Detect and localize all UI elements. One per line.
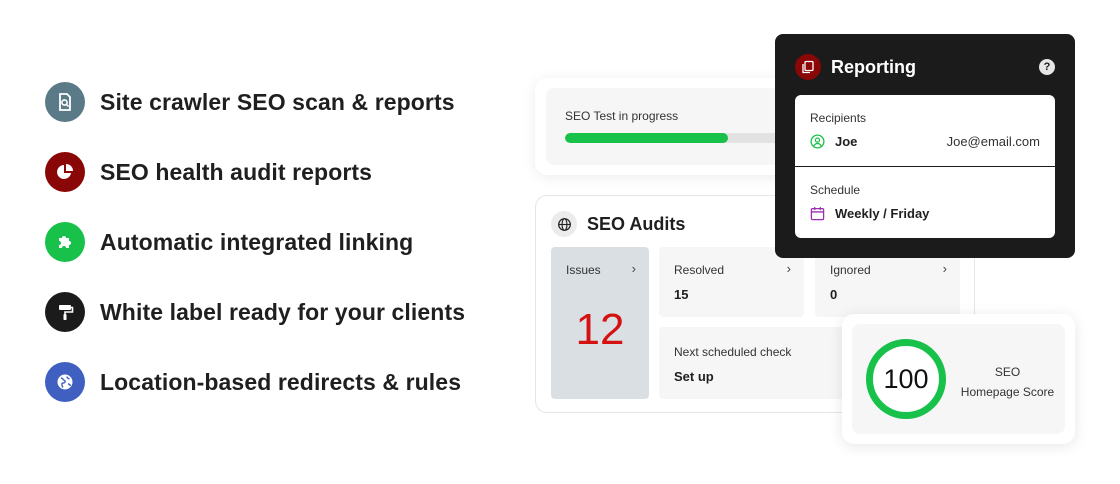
chevron-right-icon: › <box>631 261 636 276</box>
audits-title: SEO Audits <box>587 213 686 234</box>
set-up-link[interactable]: Set up <box>674 369 714 384</box>
seo-test-card: SEO Test in progress <box>535 78 805 175</box>
feature-item: SEO health audit reports <box>45 152 465 192</box>
pie-chart-icon <box>45 152 85 192</box>
ignored-label: Ignored <box>830 263 871 277</box>
feature-label: Automatic integrated linking <box>100 228 414 255</box>
recipient-row[interactable]: Joe Joe@email.com <box>810 134 1040 149</box>
recipient-name: Joe <box>835 134 858 149</box>
feature-label: White label ready for your clients <box>100 298 466 325</box>
issues-tile[interactable]: Issues › 12 <box>551 247 649 399</box>
reporting-panel: Reporting ? Recipients Joe Joe@email.com… <box>775 34 1075 258</box>
schedule-row[interactable]: Weekly / Friday <box>810 206 1040 221</box>
schedule-value: Weekly / Friday <box>835 206 930 221</box>
copy-icon <box>795 54 821 80</box>
score-value: 100 <box>883 363 929 394</box>
seo-test-panel: SEO Test in progress <box>546 88 805 165</box>
divider <box>795 166 1055 167</box>
reporting-body: Recipients Joe Joe@email.com Schedule We… <box>795 95 1055 238</box>
schedule-label: Schedule <box>810 183 861 197</box>
chevron-right-icon: › <box>942 261 947 276</box>
progress-bar <box>565 133 805 143</box>
globe-icon <box>45 362 85 402</box>
document-search-icon <box>45 82 85 122</box>
score-caption-line1: SEO <box>994 365 1021 379</box>
recipients-label: Recipients <box>810 111 867 125</box>
score-caption: SEO Homepage Score <box>956 362 1059 402</box>
recipient-email: Joe@email.com <box>946 134 1040 149</box>
feature-item: Automatic integrated linking <box>45 222 465 262</box>
user-circle-icon <box>810 134 825 149</box>
audits-header: SEO Audits <box>551 211 685 237</box>
feature-item: Location-based redirects & rules <box>45 362 465 402</box>
paint-roller-icon <box>45 292 85 332</box>
reporting-title: Reporting <box>831 57 916 77</box>
progress-fill <box>565 133 729 143</box>
calendar-icon <box>810 207 825 221</box>
feature-label: SEO health audit reports <box>100 158 373 185</box>
homepage-score-card: 100 SEO Homepage Score <box>842 314 1075 444</box>
resolved-count: 15 <box>674 287 689 302</box>
issues-count: 12 <box>575 305 625 354</box>
puzzle-icon <box>45 222 85 262</box>
score-ring: 100 <box>866 339 946 419</box>
feature-label: Location-based redirects & rules <box>100 368 462 395</box>
progress-title: SEO Test in progress <box>565 109 679 123</box>
help-icon[interactable]: ? <box>1039 59 1055 75</box>
feature-label: Site crawler SEO scan & reports <box>100 88 455 115</box>
feature-item: Site crawler SEO scan & reports <box>45 82 465 122</box>
chevron-right-icon: › <box>786 261 791 276</box>
resolved-label: Resolved <box>674 263 725 277</box>
issues-label: Issues <box>566 263 601 277</box>
score-caption-line2: Homepage Score <box>960 385 1055 399</box>
globe-icon <box>551 211 577 237</box>
next-check-label: Next scheduled check <box>674 345 792 359</box>
ignored-count: 0 <box>830 287 838 302</box>
score-panel: 100 SEO Homepage Score <box>852 324 1065 434</box>
feature-list: Site crawler SEO scan & reports SEO heal… <box>45 82 465 432</box>
next-check-tile[interactable]: Next scheduled check Set up <box>659 327 859 399</box>
feature-item: White label ready for your clients <box>45 292 465 332</box>
